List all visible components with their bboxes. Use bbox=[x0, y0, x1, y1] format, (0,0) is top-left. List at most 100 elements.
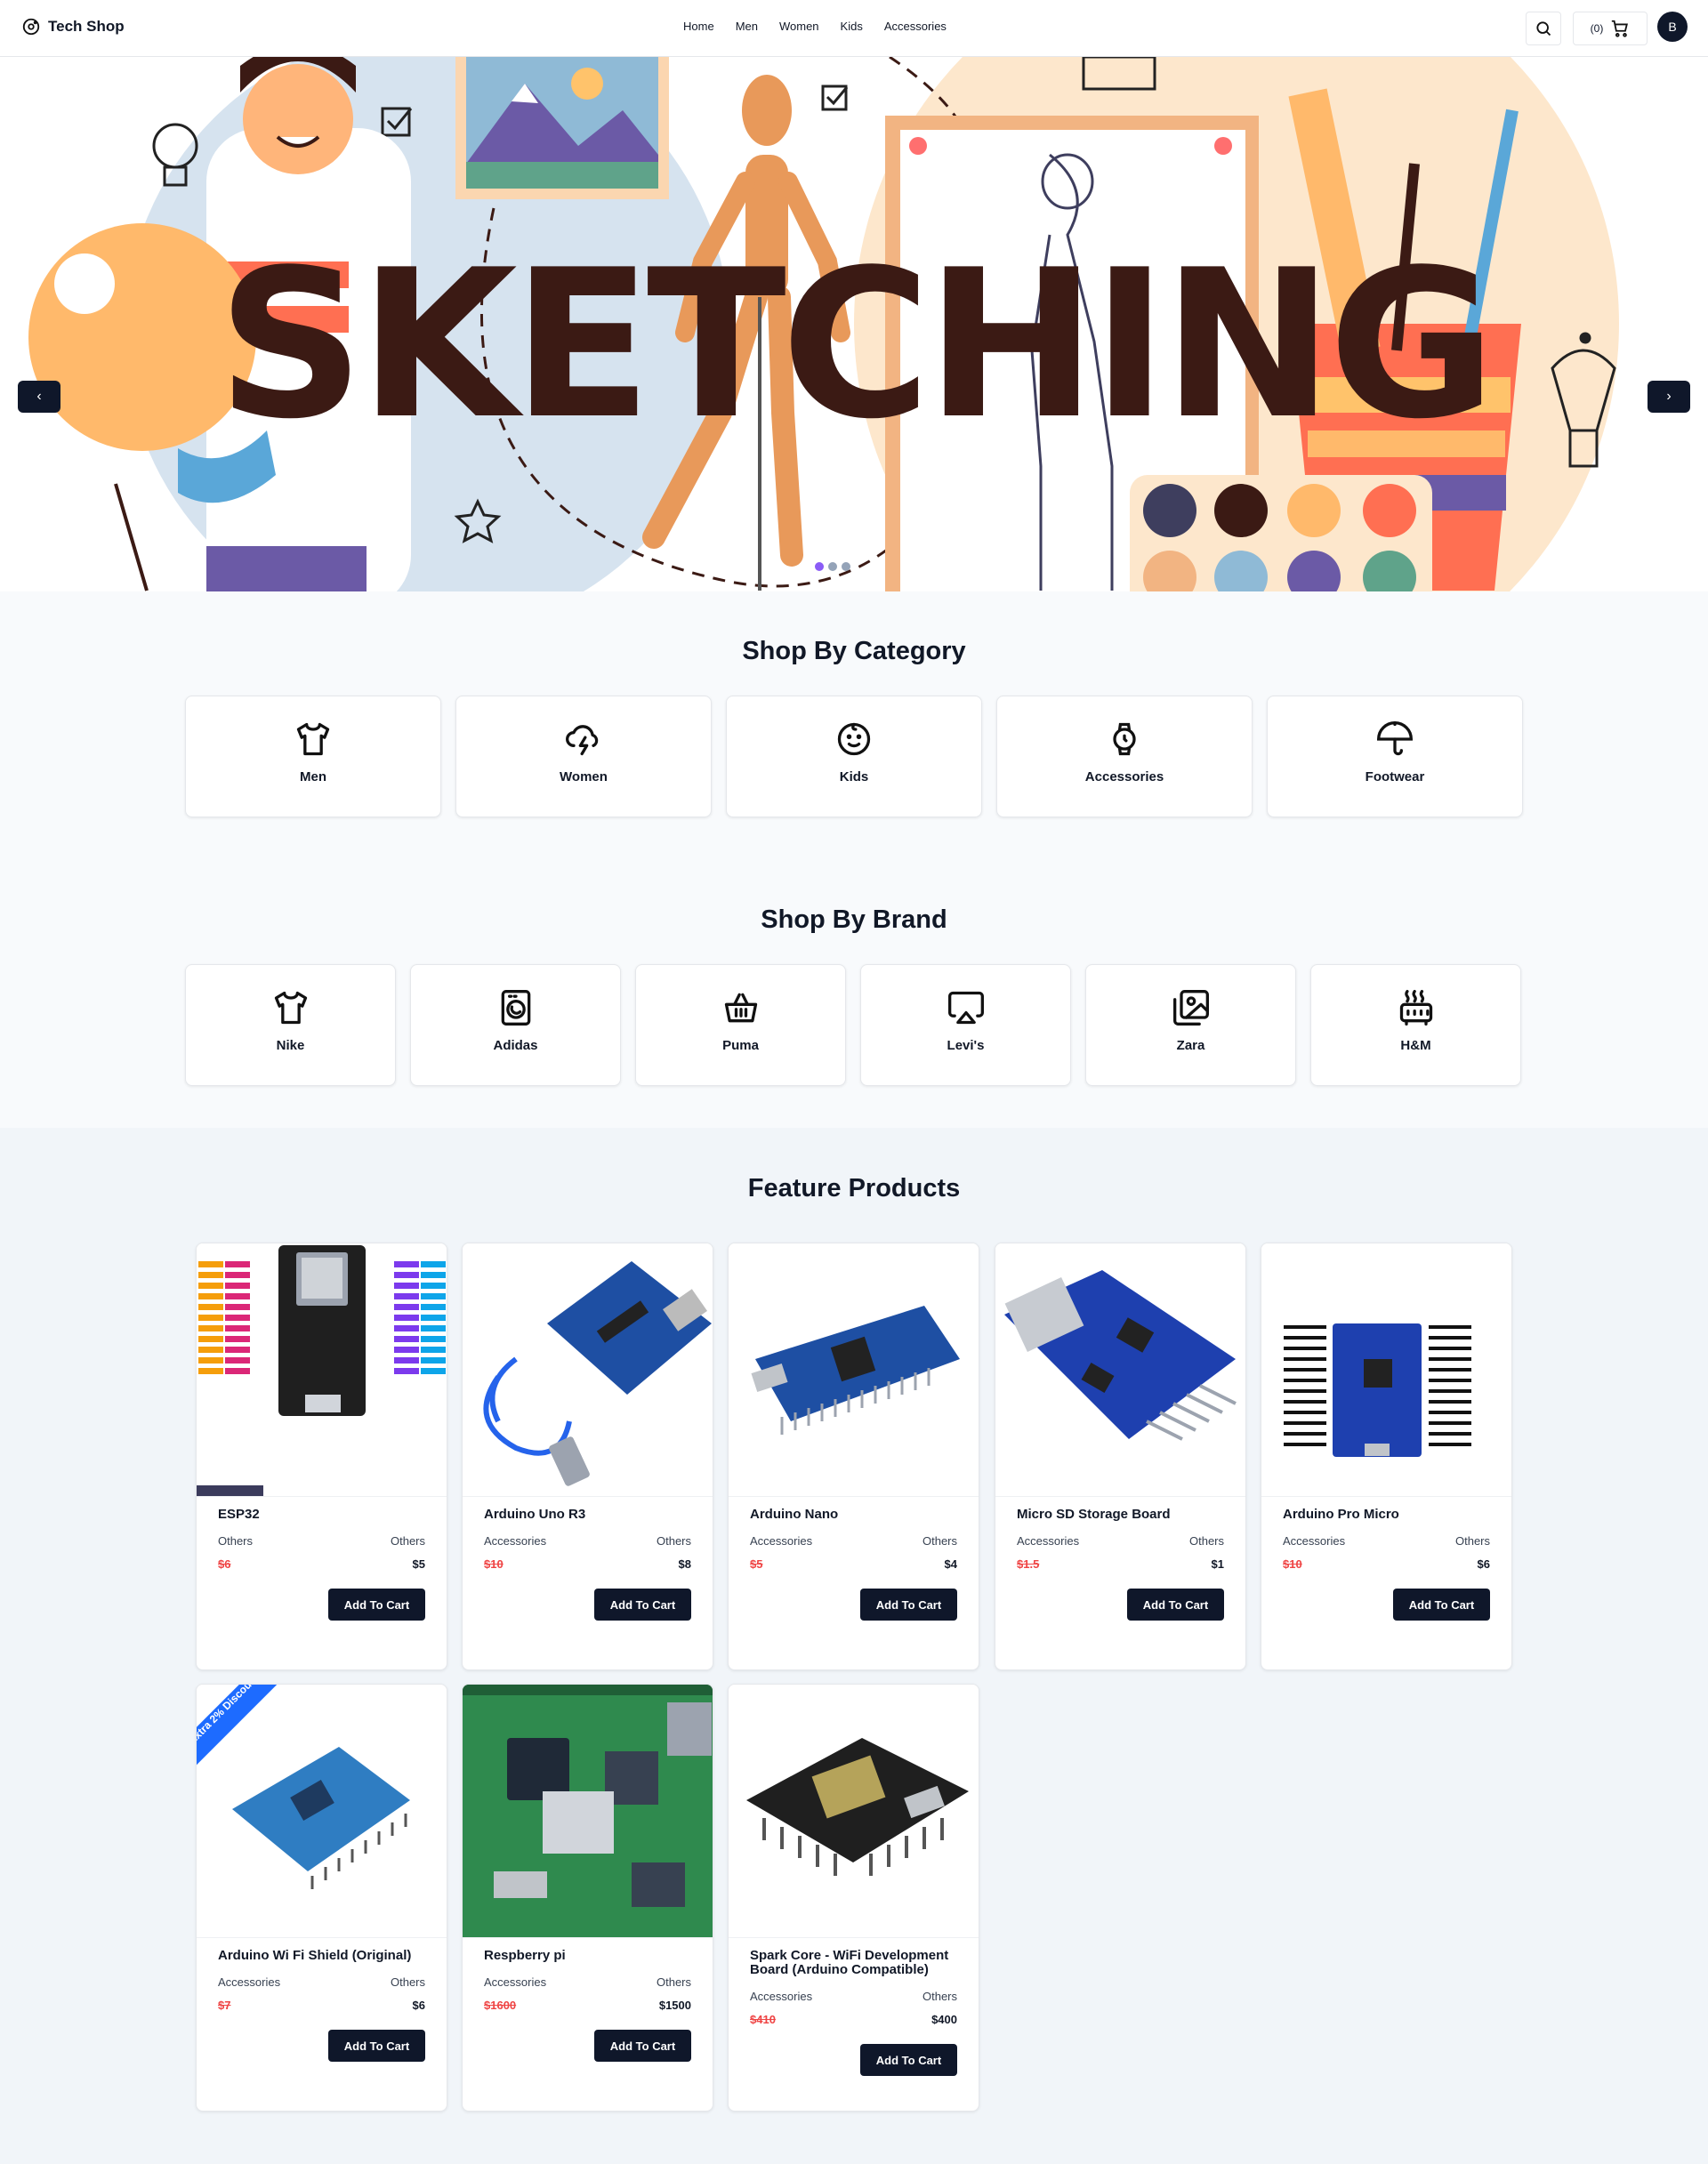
add-to-cart-button[interactable]: Add To Cart bbox=[594, 2030, 691, 2062]
add-to-cart-button[interactable]: Add To Cart bbox=[328, 2030, 425, 2062]
carousel-dot[interactable] bbox=[815, 562, 824, 571]
product-old-price: $410 bbox=[750, 2013, 776, 2026]
product-image[interactable] bbox=[463, 1685, 713, 1938]
category-label: Accessories bbox=[1084, 769, 1164, 784]
product-card[interactable]: Arduino Pro Micro Accessories Others $10 $… bbox=[1261, 1243, 1512, 1670]
main-nav: Home Men Women Kids Accessories bbox=[683, 20, 947, 33]
product-card[interactable]: Arduino Uno R3 Accessories Others $10 $8 A… bbox=[462, 1243, 713, 1670]
category-card-kids[interactable]: Kids bbox=[726, 696, 982, 817]
product-card[interactable]: Spark Core - WiFi Development Board (Ard… bbox=[728, 1684, 979, 2112]
product-image[interactable] bbox=[729, 1685, 979, 1938]
product-name[interactable]: Arduino Pro Micro bbox=[1283, 1508, 1490, 1522]
product-image[interactable] bbox=[1261, 1243, 1511, 1497]
product-name[interactable]: Arduino Wi Fi Shield (Original) bbox=[218, 1949, 425, 1963]
product-price: $5 bbox=[412, 1557, 425, 1571]
site-header: Tech Shop Home Men Women Kids Accessorie… bbox=[0, 0, 1708, 57]
add-to-cart-button[interactable]: Add To Cart bbox=[1393, 1589, 1490, 1621]
nav-kids[interactable]: Kids bbox=[841, 20, 863, 33]
product-brand: Others bbox=[922, 1534, 957, 1548]
product-price: $6 bbox=[1477, 1557, 1490, 1571]
product-brand: Others bbox=[390, 1534, 425, 1548]
add-to-cart-button[interactable]: Add To Cart bbox=[328, 1589, 425, 1621]
product-card[interactable]: Extra 2% Discount Arduino Wi Fi Shield (… bbox=[196, 1684, 447, 2112]
hero-carousel: SKETCHING ‹ › bbox=[0, 57, 1708, 591]
brand-card-zara[interactable]: Zara bbox=[1085, 964, 1296, 1086]
brand-label: Adidas bbox=[493, 1038, 538, 1053]
product-image[interactable] bbox=[463, 1243, 713, 1497]
product-old-price: $1.5 bbox=[1017, 1557, 1040, 1571]
cart-count: (0) bbox=[1590, 22, 1604, 35]
product-name[interactable]: Micro SD Storage Board bbox=[1017, 1508, 1224, 1522]
add-to-cart-button[interactable]: Add To Cart bbox=[594, 1589, 691, 1621]
product-price: $1500 bbox=[658, 1999, 691, 2012]
watch-icon bbox=[1103, 718, 1146, 760]
product-old-price: $5 bbox=[750, 1557, 763, 1571]
product-card[interactable]: Arduino Nano Accessories Others $5 $4 Add … bbox=[728, 1243, 979, 1670]
brand-section-title: Shop By Brand bbox=[761, 905, 947, 934]
category-label: Kids bbox=[839, 769, 869, 784]
product-category: Others bbox=[218, 1534, 254, 1548]
category-card-men[interactable]: Men bbox=[185, 696, 441, 817]
search-icon bbox=[1536, 21, 1551, 36]
cart-button[interactable]: (0) bbox=[1573, 12, 1648, 45]
product-category: Accessories bbox=[484, 1975, 547, 1989]
category-card-footwear[interactable]: Footwear bbox=[1267, 696, 1523, 817]
baby-icon bbox=[833, 718, 875, 760]
cart-icon bbox=[1612, 20, 1629, 37]
carousel-dots bbox=[815, 562, 850, 571]
product-old-price: $7 bbox=[218, 1999, 231, 2012]
product-name[interactable]: ESP32 bbox=[218, 1508, 425, 1522]
nav-men[interactable]: Men bbox=[736, 20, 758, 33]
product-card[interactable]: Respberry pi Accessories Others $1600 $150… bbox=[462, 1684, 713, 2112]
nav-women[interactable]: Women bbox=[779, 20, 819, 33]
shirt-icon bbox=[270, 986, 312, 1029]
brand-label: Nike bbox=[276, 1038, 305, 1053]
brand-card-adidas[interactable]: Adidas bbox=[410, 964, 621, 1086]
product-old-price: $1600 bbox=[484, 1999, 517, 2012]
carousel-prev-button[interactable]: ‹ bbox=[18, 381, 60, 413]
add-to-cart-button[interactable]: Add To Cart bbox=[860, 2044, 957, 2076]
category-label: Women bbox=[560, 769, 608, 784]
chevron-right-icon: › bbox=[1666, 389, 1672, 404]
product-name[interactable]: Respberry pi bbox=[484, 1949, 691, 1963]
product-name[interactable]: Arduino Nano bbox=[750, 1508, 957, 1522]
carousel-dot[interactable] bbox=[828, 562, 837, 571]
product-image[interactable]: Extra 2% Discount bbox=[197, 1685, 447, 1938]
product-name[interactable]: Spark Core - WiFi Development Board (Ard… bbox=[750, 1949, 957, 1977]
brand-card-levis[interactable]: Levi's bbox=[860, 964, 1071, 1086]
cloud-lightning-icon bbox=[562, 718, 605, 760]
product-card[interactable]: ESP32 Others Others $6 $5 Add To Cart bbox=[196, 1243, 447, 1670]
brand-logo[interactable]: Tech Shop bbox=[21, 17, 125, 36]
add-to-cart-button[interactable]: Add To Cart bbox=[860, 1589, 957, 1621]
add-to-cart-button[interactable]: Add To Cart bbox=[1127, 1589, 1224, 1621]
nav-accessories[interactable]: Accessories bbox=[884, 20, 947, 33]
user-avatar[interactable]: B bbox=[1657, 12, 1688, 42]
product-name[interactable]: Arduino Uno R3 bbox=[484, 1508, 691, 1522]
product-price: $6 bbox=[412, 1999, 425, 2012]
images-icon bbox=[1170, 986, 1213, 1029]
product-image[interactable] bbox=[197, 1243, 447, 1497]
product-brand: Others bbox=[922, 1990, 957, 2003]
hero-title: SKETCHING bbox=[216, 227, 1496, 464]
carousel-dot[interactable] bbox=[842, 562, 850, 571]
product-category: Accessories bbox=[218, 1975, 281, 1989]
product-category: Accessories bbox=[750, 1990, 813, 2003]
brand-card-nike[interactable]: Nike bbox=[185, 964, 396, 1086]
brand-card-hm[interactable]: H&M bbox=[1310, 964, 1521, 1086]
product-category: Accessories bbox=[1283, 1534, 1346, 1548]
category-card-women[interactable]: Women bbox=[455, 696, 712, 817]
search-button[interactable] bbox=[1526, 12, 1561, 45]
basket-icon bbox=[720, 986, 762, 1029]
product-image[interactable] bbox=[995, 1243, 1245, 1497]
product-price: $4 bbox=[944, 1557, 957, 1571]
category-card-accessories[interactable]: Accessories bbox=[996, 696, 1253, 817]
product-card[interactable]: Micro SD Storage Board Accessories Others… bbox=[995, 1243, 1246, 1670]
product-old-price: $6 bbox=[218, 1557, 231, 1571]
heater-icon bbox=[1395, 986, 1438, 1029]
product-brand: Others bbox=[1454, 1534, 1490, 1548]
carousel-next-button[interactable]: › bbox=[1648, 381, 1690, 413]
brand-name: Tech Shop bbox=[48, 18, 125, 35]
brand-card-puma[interactable]: Puma bbox=[635, 964, 846, 1086]
nav-home[interactable]: Home bbox=[683, 20, 714, 33]
product-image[interactable] bbox=[729, 1243, 979, 1497]
